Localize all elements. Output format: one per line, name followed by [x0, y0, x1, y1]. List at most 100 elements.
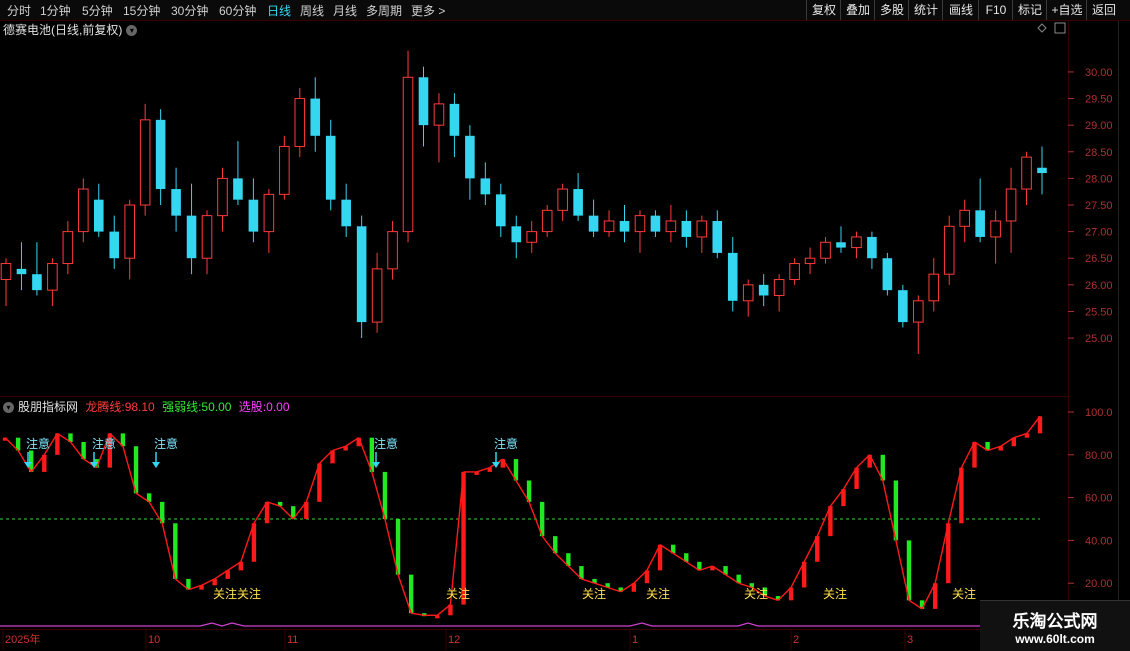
candle-body [201, 215, 213, 259]
candle-body [109, 231, 120, 259]
candle-body [742, 284, 754, 302]
candle-body [356, 226, 367, 323]
candle-body [480, 178, 491, 195]
date-label: 1 [632, 634, 638, 646]
candle-body [186, 215, 197, 259]
candle-body [325, 135, 336, 200]
candle-body [727, 252, 738, 301]
candle-body [294, 98, 306, 147]
attention-signal-label: 注意 [92, 436, 116, 451]
candle-body [433, 103, 445, 126]
candle-body [371, 268, 383, 323]
date-label: 2025年 [5, 632, 40, 646]
date-label: 10 [148, 634, 160, 646]
candle-body [171, 189, 181, 216]
candle-body [93, 199, 104, 232]
price-tick-label: 25.00 [1085, 333, 1113, 345]
candle-body [310, 98, 321, 136]
candle-body [943, 225, 955, 275]
candle-body [526, 231, 538, 243]
indicator-tick-label: 100.0 [1085, 407, 1113, 419]
candle-body [155, 119, 166, 190]
attention-signal-label: 注意 [374, 436, 398, 451]
candle-body [773, 279, 785, 296]
candle-body [78, 188, 89, 233]
candle-body [233, 178, 243, 200]
candle-body [913, 300, 924, 323]
indicator-tick-label: 80.00 [1085, 450, 1113, 462]
candle-body [882, 258, 893, 291]
candle-body [588, 215, 599, 232]
price-tick-label: 26.00 [1085, 280, 1113, 292]
candle-body [789, 263, 800, 281]
attention-signal-label: 注意 [154, 436, 178, 451]
select-line [0, 622, 1040, 627]
candle-body [62, 231, 74, 265]
attention-signal-label: 注意 [26, 436, 50, 451]
candle-body [867, 236, 877, 259]
date-label: 11 [287, 634, 298, 646]
focus-signal-label: 关注 [744, 586, 768, 601]
candle-body [418, 77, 429, 126]
candle-body [0, 263, 12, 281]
candle-body [665, 220, 677, 233]
candle-body [387, 231, 398, 270]
diamond-icon [1037, 23, 1047, 33]
attention-arrow-head [152, 462, 160, 468]
candle-body [804, 257, 816, 265]
candle-body [496, 194, 506, 227]
candle-body [1005, 188, 1017, 222]
candle-body [696, 220, 708, 238]
candle-body [1037, 167, 1047, 174]
indicator-tick-label: 60.00 [1085, 493, 1113, 505]
indicator-tick-label: 20.00 [1085, 578, 1113, 590]
price-tick-label: 27.00 [1085, 227, 1113, 239]
focus-signal-label: 关注 [952, 586, 976, 601]
price-tick-label: 29.50 [1085, 94, 1113, 106]
candle-body [511, 226, 522, 243]
candle-body [139, 119, 151, 206]
candle-body [712, 220, 723, 253]
focus-signal-label: 关注 [646, 586, 670, 601]
candle-body [634, 215, 646, 233]
window-icon [1054, 22, 1066, 34]
candle-body [541, 209, 553, 233]
attention-signal-label: 注意 [494, 436, 518, 451]
price-tick-label: 28.00 [1085, 173, 1113, 185]
candle-body [341, 199, 351, 227]
candle-body [1021, 156, 1032, 190]
candle-body [279, 145, 290, 195]
price-tick-label: 28.50 [1085, 147, 1113, 159]
date-label: 12 [448, 634, 460, 646]
focus-signal-label: 关注 [823, 586, 847, 601]
candle-body [248, 199, 259, 232]
focus-signal-label: 关注 [237, 586, 261, 601]
candle-body [124, 204, 135, 259]
price-tick-label: 27.50 [1085, 200, 1113, 212]
candle-body [402, 76, 414, 233]
date-label: 3 [907, 634, 913, 646]
candle-body [557, 188, 568, 211]
candle-body [573, 189, 583, 216]
candle-body [959, 209, 970, 227]
candle-body [990, 220, 1001, 238]
candle-body [650, 215, 661, 232]
watermark-url: www.60lt.com [1015, 632, 1095, 646]
watermark-title: 乐淘公式网 [1012, 612, 1098, 632]
candle-body [465, 135, 475, 179]
candle-body [603, 220, 615, 233]
indicator-tick-label: 40.00 [1085, 535, 1113, 547]
focus-signal-label: 关注 [446, 586, 470, 601]
candle-body [758, 284, 769, 296]
date-label: 2 [793, 634, 799, 646]
candle-body [263, 193, 275, 233]
candle-body [449, 103, 460, 136]
chart-canvas[interactable]: 30.00 29.50 29.00 28.50 28.00 27.50 27.00 26.50… [0, 0, 1130, 650]
candle-body [619, 220, 630, 232]
candle-body [975, 210, 985, 237]
price-tick-label: 26.50 [1085, 253, 1113, 265]
candle-body [217, 177, 228, 217]
focus-signal-label: 关注 [582, 586, 606, 601]
candle-body [836, 242, 846, 248]
watermark: 乐淘公式网 www.60lt.com [980, 600, 1130, 651]
